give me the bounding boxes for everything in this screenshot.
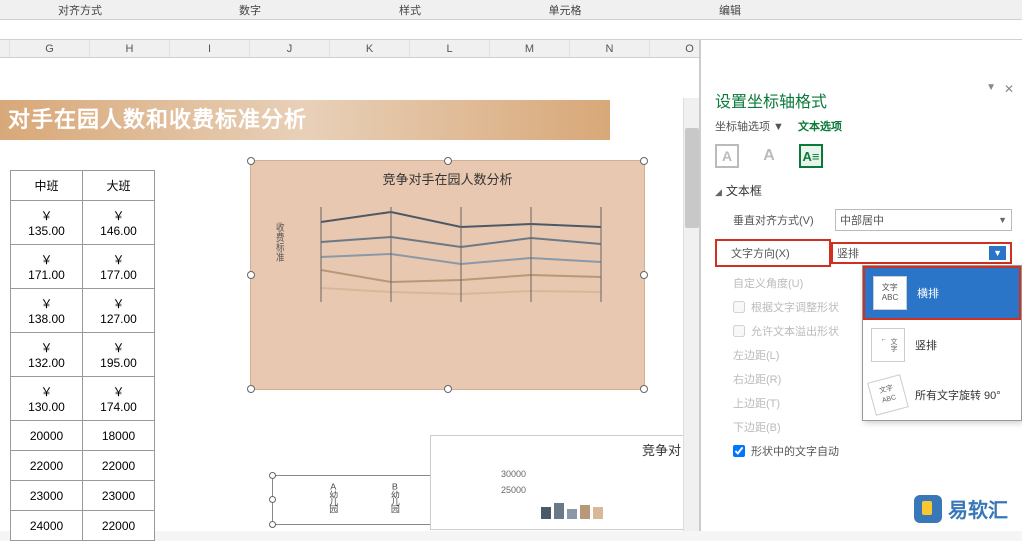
resize-handle[interactable] <box>444 157 452 165</box>
overflow-checkbox <box>733 325 745 337</box>
rotate90-text-icon: 文字ABC <box>867 374 909 416</box>
dropdown-item-rotate90[interactable]: 文字ABC 所有文字旋转 90° <box>863 370 1021 420</box>
table-row: 2000018000 <box>11 421 155 451</box>
data-table[interactable]: 中班 大班 ￥ 135.00￥ 146.00 ￥ 171.00￥ 177.00 … <box>10 170 155 541</box>
valign-select[interactable]: 中部居中▼ <box>835 209 1012 231</box>
section-textbox[interactable]: 文本框 <box>715 182 1012 199</box>
col-j[interactable]: J <box>250 40 330 57</box>
overflow-label: 允许文本溢出形状 <box>751 323 839 339</box>
mini-chart-bars <box>541 503 603 519</box>
format-axis-pane: 设置坐标轴格式 ▼ ✕ 坐标轴选项 ▼ 文本选项 A A A≡ 文本框 垂直对齐… <box>700 40 1022 531</box>
resize-shape-label: 根据文字调整形状 <box>751 299 839 315</box>
textbox-icon[interactable]: A≡ <box>799 144 823 168</box>
ribbon-group-cells: 单元格 <box>530 0 600 19</box>
margin-top-label: 上边距(T) <box>715 395 835 411</box>
table-row: 2200022000 <box>11 451 155 481</box>
pane-title: 设置坐标轴格式 <box>715 88 1012 112</box>
table-header[interactable]: 中班 <box>11 171 83 201</box>
col-l[interactable]: L <box>410 40 490 57</box>
table-row: ￥ 130.00￥ 174.00 <box>11 377 155 421</box>
chart-plot-area[interactable]: 收费标准 <box>301 192 624 342</box>
col-m[interactable]: M <box>490 40 570 57</box>
table-row: ￥ 138.00￥ 127.00 <box>11 289 155 333</box>
margin-bottom-label: 下边距(B) <box>715 419 835 435</box>
chart-yaxis-label[interactable]: 收费标准 <box>272 222 285 262</box>
table-row: ￥ 135.00￥ 146.00 <box>11 201 155 245</box>
xaxis-label[interactable]: B幼儿园 <box>389 482 402 522</box>
tab-text-options[interactable]: 文本选项 <box>798 118 842 134</box>
ribbon-group-style: 样式 <box>380 0 440 19</box>
resize-handle[interactable] <box>269 472 276 479</box>
mini-chart[interactable]: 竞争对 30000 25000 <box>430 435 690 530</box>
embedded-chart[interactable]: 竞争对手在园人数分析 收费标准 <box>250 160 645 390</box>
ribbon-group-number: 数字 <box>220 0 280 19</box>
resize-handle[interactable] <box>247 385 255 393</box>
pane-options-icon[interactable]: ▼ <box>986 82 996 93</box>
table-row: ￥ 132.00￥ 195.00 <box>11 333 155 377</box>
formula-bar-area <box>0 20 1022 40</box>
text-direction-dropdown: 文字ABC 横排 文字↓ 竖排 文字ABC 所有文字旋转 90° <box>862 265 1022 421</box>
mini-chart-yaxis: 30000 25000 <box>501 466 526 498</box>
dropdown-item-horizontal[interactable]: 文字ABC 横排 <box>863 266 1021 320</box>
worksheet-area[interactable]: G H I J K L M N O P 对手在园人数和收费标准分析 中班 大班 … <box>0 40 700 531</box>
chart-lines <box>301 192 621 332</box>
text-effects-icon[interactable]: A <box>757 144 781 168</box>
margin-right-label: 右边距(R) <box>715 371 835 387</box>
watermark: 易软汇 <box>910 492 1012 525</box>
scrollbar-thumb[interactable] <box>685 128 699 228</box>
col-g[interactable]: G <box>10 40 90 57</box>
auto-wrap-label: 形状中的文字自动 <box>751 443 839 459</box>
ribbon-group-align: 对齐方式 <box>30 0 130 19</box>
resize-handle[interactable] <box>269 521 276 528</box>
resize-handle[interactable] <box>640 157 648 165</box>
custom-angle-label: 自定义角度(U) <box>715 275 835 291</box>
tab-axis-options[interactable]: 坐标轴选项 ▼ <box>715 118 784 134</box>
auto-wrap-checkbox[interactable] <box>733 445 745 457</box>
column-headers[interactable]: G H I J K L M N O P <box>0 40 699 58</box>
sheet-title-banner: 对手在园人数和收费标准分析 <box>0 100 610 140</box>
table-header[interactable]: 大班 <box>83 171 155 201</box>
chart-title[interactable]: 竞争对手在园人数分析 <box>251 161 644 192</box>
valign-label: 垂直对齐方式(V) <box>715 212 835 228</box>
resize-handle[interactable] <box>247 157 255 165</box>
text-fill-icon[interactable]: A <box>715 144 739 168</box>
vertical-scrollbar[interactable] <box>683 98 699 531</box>
col-h[interactable]: H <box>90 40 170 57</box>
ribbon-group-labels: 对齐方式 数字 样式 单元格 编辑 <box>0 0 1022 20</box>
col-i[interactable]: I <box>170 40 250 57</box>
resize-handle[interactable] <box>640 385 648 393</box>
resize-handle[interactable] <box>640 271 648 279</box>
dropdown-item-vertical[interactable]: 文字↓ 竖排 <box>863 320 1021 370</box>
resize-handle[interactable] <box>444 385 452 393</box>
ribbon-group-edit: 编辑 <box>700 0 760 19</box>
col-k[interactable]: K <box>330 40 410 57</box>
col-n[interactable]: N <box>570 40 650 57</box>
close-icon[interactable]: ✕ <box>1004 82 1014 96</box>
xaxis-label[interactable]: A幼儿园 <box>327 482 340 522</box>
table-row: 2300023000 <box>11 481 155 511</box>
vertical-text-icon: 文字↓ <box>871 328 905 362</box>
table-row: ￥ 171.00￥ 177.00 <box>11 245 155 289</box>
textdir-select[interactable]: 竖排▼ <box>831 242 1012 264</box>
resize-handle[interactable] <box>247 271 255 279</box>
textdir-label: 文字方向(X) <box>715 239 831 267</box>
margin-left-label: 左边距(L) <box>715 347 835 363</box>
horizontal-text-icon: 文字ABC <box>873 276 907 310</box>
table-header-row: 中班 大班 <box>11 171 155 201</box>
table-row: 2400022000 <box>11 511 155 541</box>
mini-chart-title: 竞争对 <box>642 440 681 459</box>
resize-shape-checkbox <box>733 301 745 313</box>
watermark-icon <box>914 495 942 523</box>
resize-handle[interactable] <box>269 496 276 503</box>
